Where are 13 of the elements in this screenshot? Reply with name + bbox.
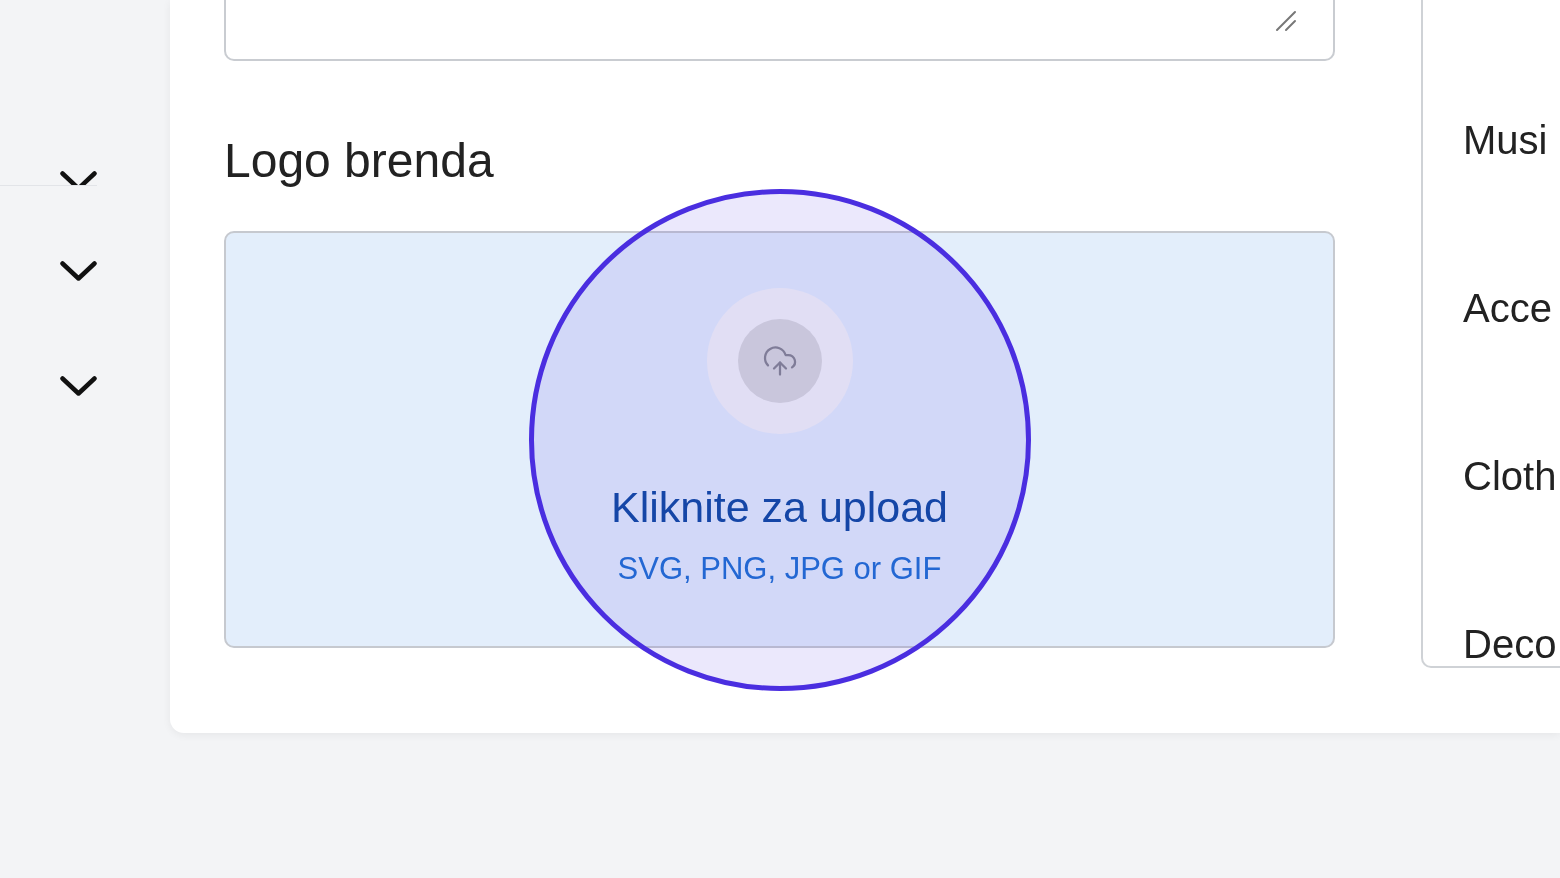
chevron-down-icon[interactable] (60, 376, 97, 396)
cloud-upload-icon (706, 288, 853, 434)
category-option[interactable]: Musi (1463, 116, 1560, 164)
chevron-down-icon[interactable] (60, 261, 97, 281)
category-option[interactable]: Deco (1463, 620, 1560, 666)
chevron-down-icon[interactable] (60, 171, 97, 185)
file-format-hint: SVG, PNG, JPG or GIF (617, 550, 942, 588)
category-option[interactable]: Cloth (1463, 452, 1560, 500)
category-option[interactable]: Acce (1463, 284, 1560, 332)
text-area-field[interactable] (224, 0, 1335, 61)
section-title: Logo brenda (224, 133, 495, 189)
resize-handle-icon[interactable] (1275, 10, 1297, 32)
upload-prompt: Kliknite za upload (610, 482, 949, 532)
